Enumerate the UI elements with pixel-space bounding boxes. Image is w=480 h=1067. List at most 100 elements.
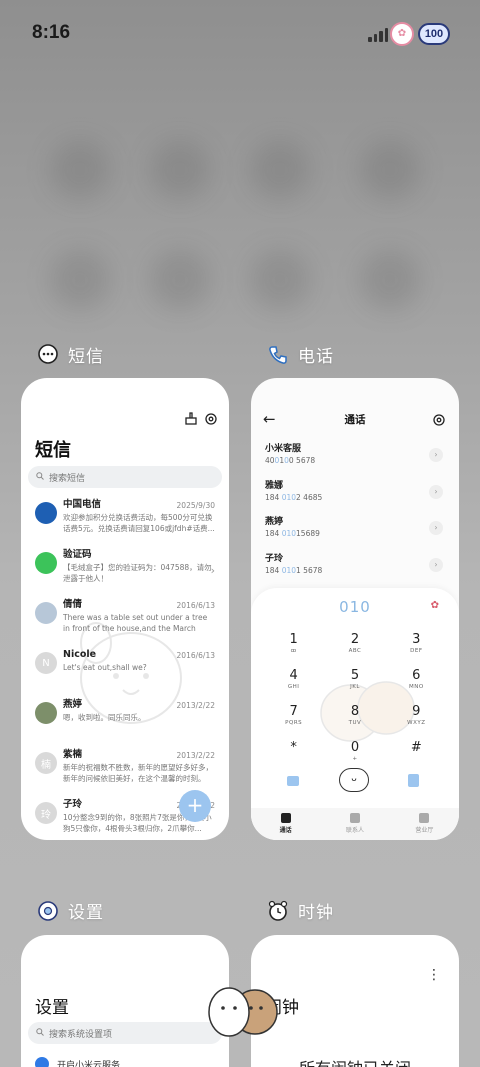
conversation-preview: 新年的祝福数不胜数，新年的愿望好多好多，新年的问候依旧美好，在这个温馨的时刻。 [63,763,213,783]
key-digit: 1 [289,632,298,647]
call-log-item[interactable]: 子玲 184 0101 5678 › [251,552,459,589]
chat-bubble-icon [36,343,60,367]
sms-page-title: 短信 [35,440,71,461]
settings-gear-icon[interactable] [205,410,217,429]
gear-sticker-icon [36,899,60,923]
key-letters: MNO [408,684,424,690]
conversation-preview: 【毛绒盒子】您的验证码为：047588，请勿泄露于他人！ [63,563,212,583]
hide-keypad-icon[interactable] [287,776,299,786]
chevron-right-icon[interactable]: › [429,521,443,535]
sms-conversation-item[interactable]: 验证码【毛绒盒子】您的验证码为：047588，请勿泄露于他人！ › [21,548,229,598]
contact-avatar [35,602,57,624]
key-letters: GHI [287,684,300,690]
settings-gear-icon[interactable] [433,411,445,430]
key-digit: * [290,740,297,755]
sms-card-label: 短信 [68,347,104,367]
number-match: 010 [281,492,297,502]
sms-search-input[interactable]: 搜索短信 [28,466,222,488]
chevron-right-icon: › [210,564,215,577]
phone-tab[interactable]: 联系人 [320,808,389,840]
chevron-right-icon[interactable]: › [429,448,443,462]
blurred-background [0,120,480,340]
clock-card-header[interactable]: 时钟 [266,898,334,923]
sms-search-placeholder: 搜索短信 [49,473,86,484]
key-digit: 7 [289,704,298,719]
flower-sticker-icon[interactable]: ✿ [431,600,439,611]
key-letters: + [352,756,358,762]
cloud-service-row[interactable]: 开启小米云服务 [35,1057,120,1067]
search-icon [36,1027,44,1039]
status-time: 8:16 [32,22,71,43]
call-log-list: 小米客服 400100 5678 › 雅娜 184 0102 4685 › 燕婷 184 01… [251,442,459,588]
phone-tab[interactable]: 通话 [251,808,320,840]
tab-label: 联系人 [345,827,364,834]
more-options-icon[interactable]: ⋮ [427,967,441,983]
conversation-date: 2016/6/13 [176,601,215,610]
call-log-item[interactable]: 雅娜 184 0102 4685 › [251,479,459,516]
dog-sticker-icon [208,987,278,1037]
dialpad-key[interactable]: 7 PQRS [263,704,324,737]
number-part: 15689 [296,529,320,538]
sms-conversation-item[interactable]: 中国电信 2025/9/30 欢迎参加积分兑换话费活动，每500分可兑换话费5元。兑… [21,498,229,548]
chevron-right-icon[interactable]: › [429,484,443,499]
key-letters: ꝏ [290,648,297,654]
dialpad-grid-icon[interactable] [408,774,419,787]
dialpad-key[interactable]: 8 TUV [324,704,385,737]
key-digit: 4 [289,668,298,683]
sms-conversation-item[interactable]: 燕婷 2013/2/22 嗯，收到啦。同乐同乐。 [21,698,229,748]
dialpad-key[interactable]: 4 GHI [263,668,324,701]
key-digit: 2 [350,632,360,647]
chevron-right-icon[interactable]: › [429,557,443,572]
tab-icon [349,813,360,823]
signal-icon [368,26,388,42]
sms-card-header[interactable]: 短信 [36,342,104,367]
dialpad-key[interactable]: 6 MNO [386,668,447,701]
call-button[interactable]: ᴗ [339,768,369,792]
dialpad: 010 ✿ 1 ꝏ 2 ABC 3 DEF 4 GHI 5 JKL 6 MNO 7 PQRS 8 TUV 9 WX… [251,588,459,840]
sms-conversation-item[interactable]: 倩倩 2016/6/13 There was a table set out und… [21,598,229,648]
contact-avatar: N [35,652,57,674]
contact-avatar: 楠 [35,752,57,774]
call-log-item[interactable]: 燕婷 184 01015689 › [251,515,459,552]
number-match: 010 [281,529,297,538]
conversation-preview: 嗯，收到啦。同乐同乐。 [63,713,146,722]
number-part: 40 [265,456,275,465]
conversation-preview: There was a table set out under a tree i… [63,613,208,633]
contact-avatar: 玲 [35,802,57,824]
clock-app-card[interactable]: ⋮ 闹钟 所有闹钟已关闭 [251,935,459,1067]
conversation-date: 2016/6/13 [176,651,215,660]
key-digit: 9 [412,704,421,719]
sms-app-card[interactable]: 短信 搜索短信 中国电信 2025/9/30 欢迎参加积分兑换话费活动，每500分可… [21,378,229,840]
dial-number-display: 010 [339,598,371,616]
phone-card-header[interactable]: 电话 [266,342,334,367]
call-log-item[interactable]: 小米客服 400100 5678 › [251,442,459,479]
dialpad-keys: 1 ꝏ 2 ABC 3 DEF 4 GHI 5 JKL 6 MNO 7 PQRS 8 TUV 9 WXYZ * 0 + # [263,632,447,773]
sms-conversation-item[interactable]: N Nicole 2016/6/13 Let's eat out,shall we? [21,648,229,698]
key-letters: DEF [410,648,423,654]
settings-page-title: 设置 [35,998,69,1018]
key-letters: TUV [348,720,362,726]
key-letters: PQRS [285,720,303,726]
dial-action-row: ᴗ [251,768,459,798]
phone-app-card[interactable]: ← 通话 小米客服 400100 5678 › 雅娜 184 0102 4685 › 燕婷 1… [251,378,459,840]
phone-top-bar: ← 通话 [251,408,459,430]
alarm-empty-text: 所有闹钟已关闭 [251,1055,459,1067]
tab-label: 通话 [279,827,292,834]
settings-search-input[interactable]: 搜索系统设置项 [28,1022,222,1044]
new-message-button[interactable]: + [179,790,211,822]
phone-tab[interactable]: 营业厅 [390,808,459,840]
dialpad-key[interactable]: 2 ABC [324,632,385,665]
dialpad-key[interactable]: 9 WXYZ [386,704,447,737]
dialpad-key[interactable]: 5 JKL [324,668,385,701]
number-part: 2 4685 [296,492,323,502]
number-part: 0 5678 [288,456,316,465]
clean-icon[interactable] [185,410,197,429]
settings-app-card[interactable]: 设置 搜索系统设置项 开启小米云服务 [21,935,229,1067]
clock-icon [266,899,290,923]
dialpad-key[interactable]: 3 DEF [386,632,447,665]
cloud-icon [35,1057,49,1067]
conversation-name: 验证码 [63,549,92,560]
dialpad-key[interactable]: 1ꝏ [263,632,324,665]
search-icon [36,471,44,483]
settings-card-header[interactable]: 设置 [36,898,104,923]
